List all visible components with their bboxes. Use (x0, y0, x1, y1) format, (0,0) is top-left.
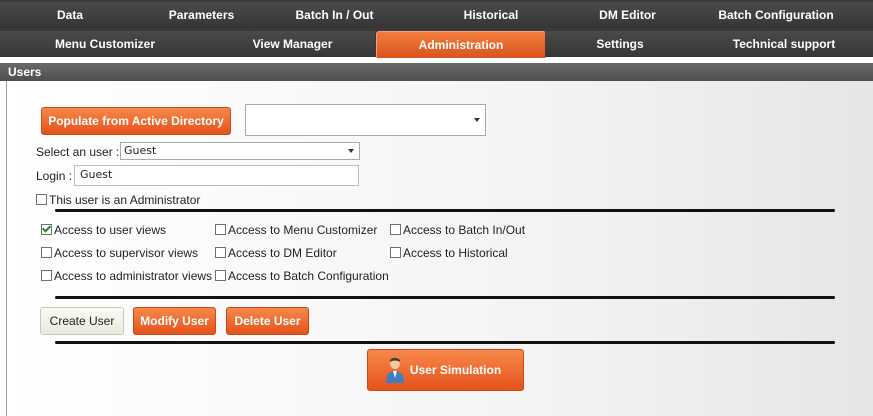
perm-batch-in-out-label: Access to Batch In/Out (403, 223, 526, 237)
tab-row-primary: Data Parameters Batch In / Out Historica… (0, 2, 873, 30)
user-select[interactable]: Guest (120, 142, 360, 160)
divider (55, 341, 835, 344)
divider (55, 209, 835, 212)
perm-dm-editor-label: Access to DM Editor (228, 246, 337, 260)
tab-administration[interactable]: Administration (376, 31, 546, 58)
perm-administrator-views-label: Access to administrator views (54, 269, 213, 283)
user-select-value: Guest (124, 144, 157, 157)
user-simulation-label: User Simulation (409, 363, 502, 377)
perm-batch-in-out[interactable]: Access to Batch In/Out (390, 223, 525, 237)
create-user-button[interactable]: Create User (40, 307, 124, 335)
perm-dm-editor-box[interactable] (215, 247, 226, 258)
ad-select[interactable] (245, 104, 486, 136)
perm-supervisor-views[interactable]: Access to supervisor views (41, 246, 198, 260)
perm-supervisor-views-label: Access to supervisor views (54, 246, 199, 260)
perm-historical-box[interactable] (390, 247, 401, 258)
select-user-label: Select an user : (36, 145, 120, 159)
main-tab-bar: Data Parameters Batch In / Out Historica… (0, 0, 873, 59)
tab-dm-editor[interactable]: DM Editor (576, 2, 679, 28)
tab-batch-configuration[interactable]: Batch Configuration (679, 2, 873, 28)
perm-batch-in-out-box[interactable] (390, 224, 401, 235)
admin-checkbox-label: This user is an Administrator (49, 193, 201, 207)
perm-menu-customizer[interactable]: Access to Menu Customizer (215, 223, 377, 237)
perm-batch-configuration-box[interactable] (215, 270, 226, 281)
admin-checkbox[interactable]: This user is an Administrator (36, 193, 200, 207)
admin-checkbox-box[interactable] (36, 194, 47, 205)
user-simulation-button[interactable]: User Simulation (367, 349, 524, 391)
perm-historical[interactable]: Access to Historical (390, 246, 508, 260)
tab-row-secondary: Menu Customizer View Manager Administrat… (0, 31, 873, 59)
login-label: Login : (36, 169, 73, 183)
section-header: Users (0, 63, 873, 81)
tab-view-manager[interactable]: View Manager (210, 31, 375, 57)
chevron-down-icon (474, 118, 480, 122)
login-input[interactable]: Guest (74, 165, 359, 186)
modify-user-button[interactable]: Modify User (133, 307, 216, 335)
perm-user-views[interactable]: Access to user views (41, 223, 166, 237)
tab-data[interactable]: Data (0, 2, 140, 28)
perm-supervisor-views-box[interactable] (41, 247, 52, 258)
perm-menu-customizer-label: Access to Menu Customizer (228, 223, 378, 237)
tab-settings[interactable]: Settings (545, 31, 695, 57)
perm-user-views-box[interactable] (41, 224, 52, 235)
perm-historical-label: Access to Historical (403, 246, 508, 260)
user-icon (386, 357, 404, 383)
perm-user-views-label: Access to user views (54, 223, 167, 237)
tab-parameters[interactable]: Parameters (140, 2, 263, 28)
tab-technical-support[interactable]: Technical support (695, 31, 873, 57)
divider (55, 296, 835, 299)
chevron-down-icon (348, 149, 354, 153)
perm-administrator-views[interactable]: Access to administrator views (41, 269, 212, 283)
tab-menu-customizer[interactable]: Menu Customizer (0, 31, 210, 57)
perm-batch-configuration-label: Access to Batch Configuration (228, 269, 389, 283)
delete-user-button[interactable]: Delete User (226, 307, 309, 335)
perm-batch-configuration[interactable]: Access to Batch Configuration (215, 269, 389, 283)
populate-ad-button[interactable]: Populate from Active Directory (41, 107, 231, 135)
tab-batch-in-out[interactable]: Batch In / Out (263, 2, 406, 28)
perm-dm-editor[interactable]: Access to DM Editor (215, 246, 337, 260)
perm-administrator-views-box[interactable] (41, 270, 52, 281)
perm-menu-customizer-box[interactable] (215, 224, 226, 235)
tab-historical[interactable]: Historical (406, 2, 576, 28)
